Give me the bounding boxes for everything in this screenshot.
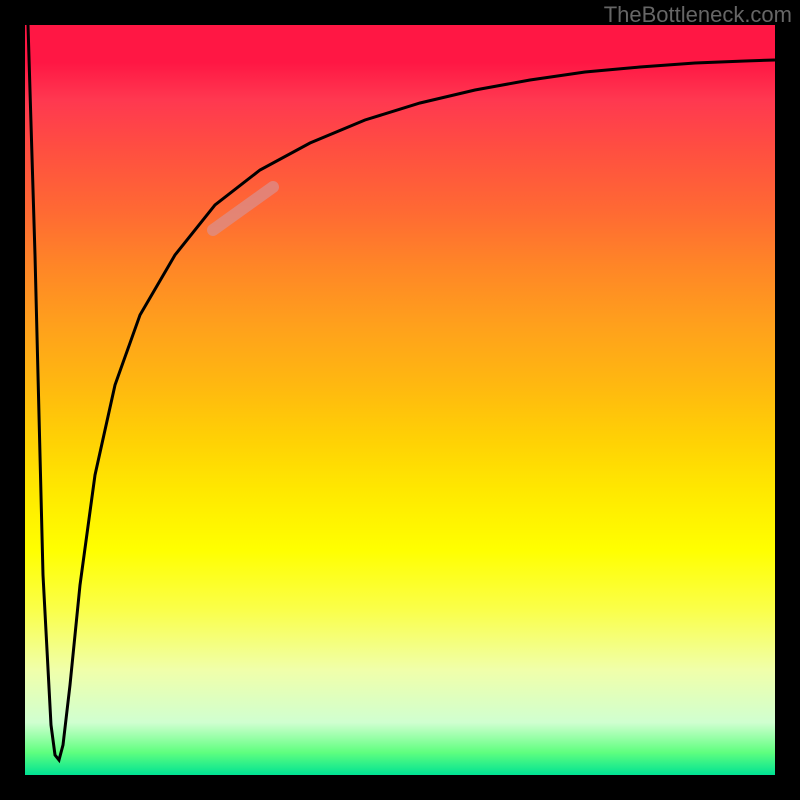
highlight-segment (213, 187, 273, 230)
bottleneck-curve (28, 25, 775, 760)
chart-svg (25, 25, 775, 775)
chart-plot-area (25, 25, 775, 775)
watermark-text: TheBottleneck.com (604, 2, 792, 28)
